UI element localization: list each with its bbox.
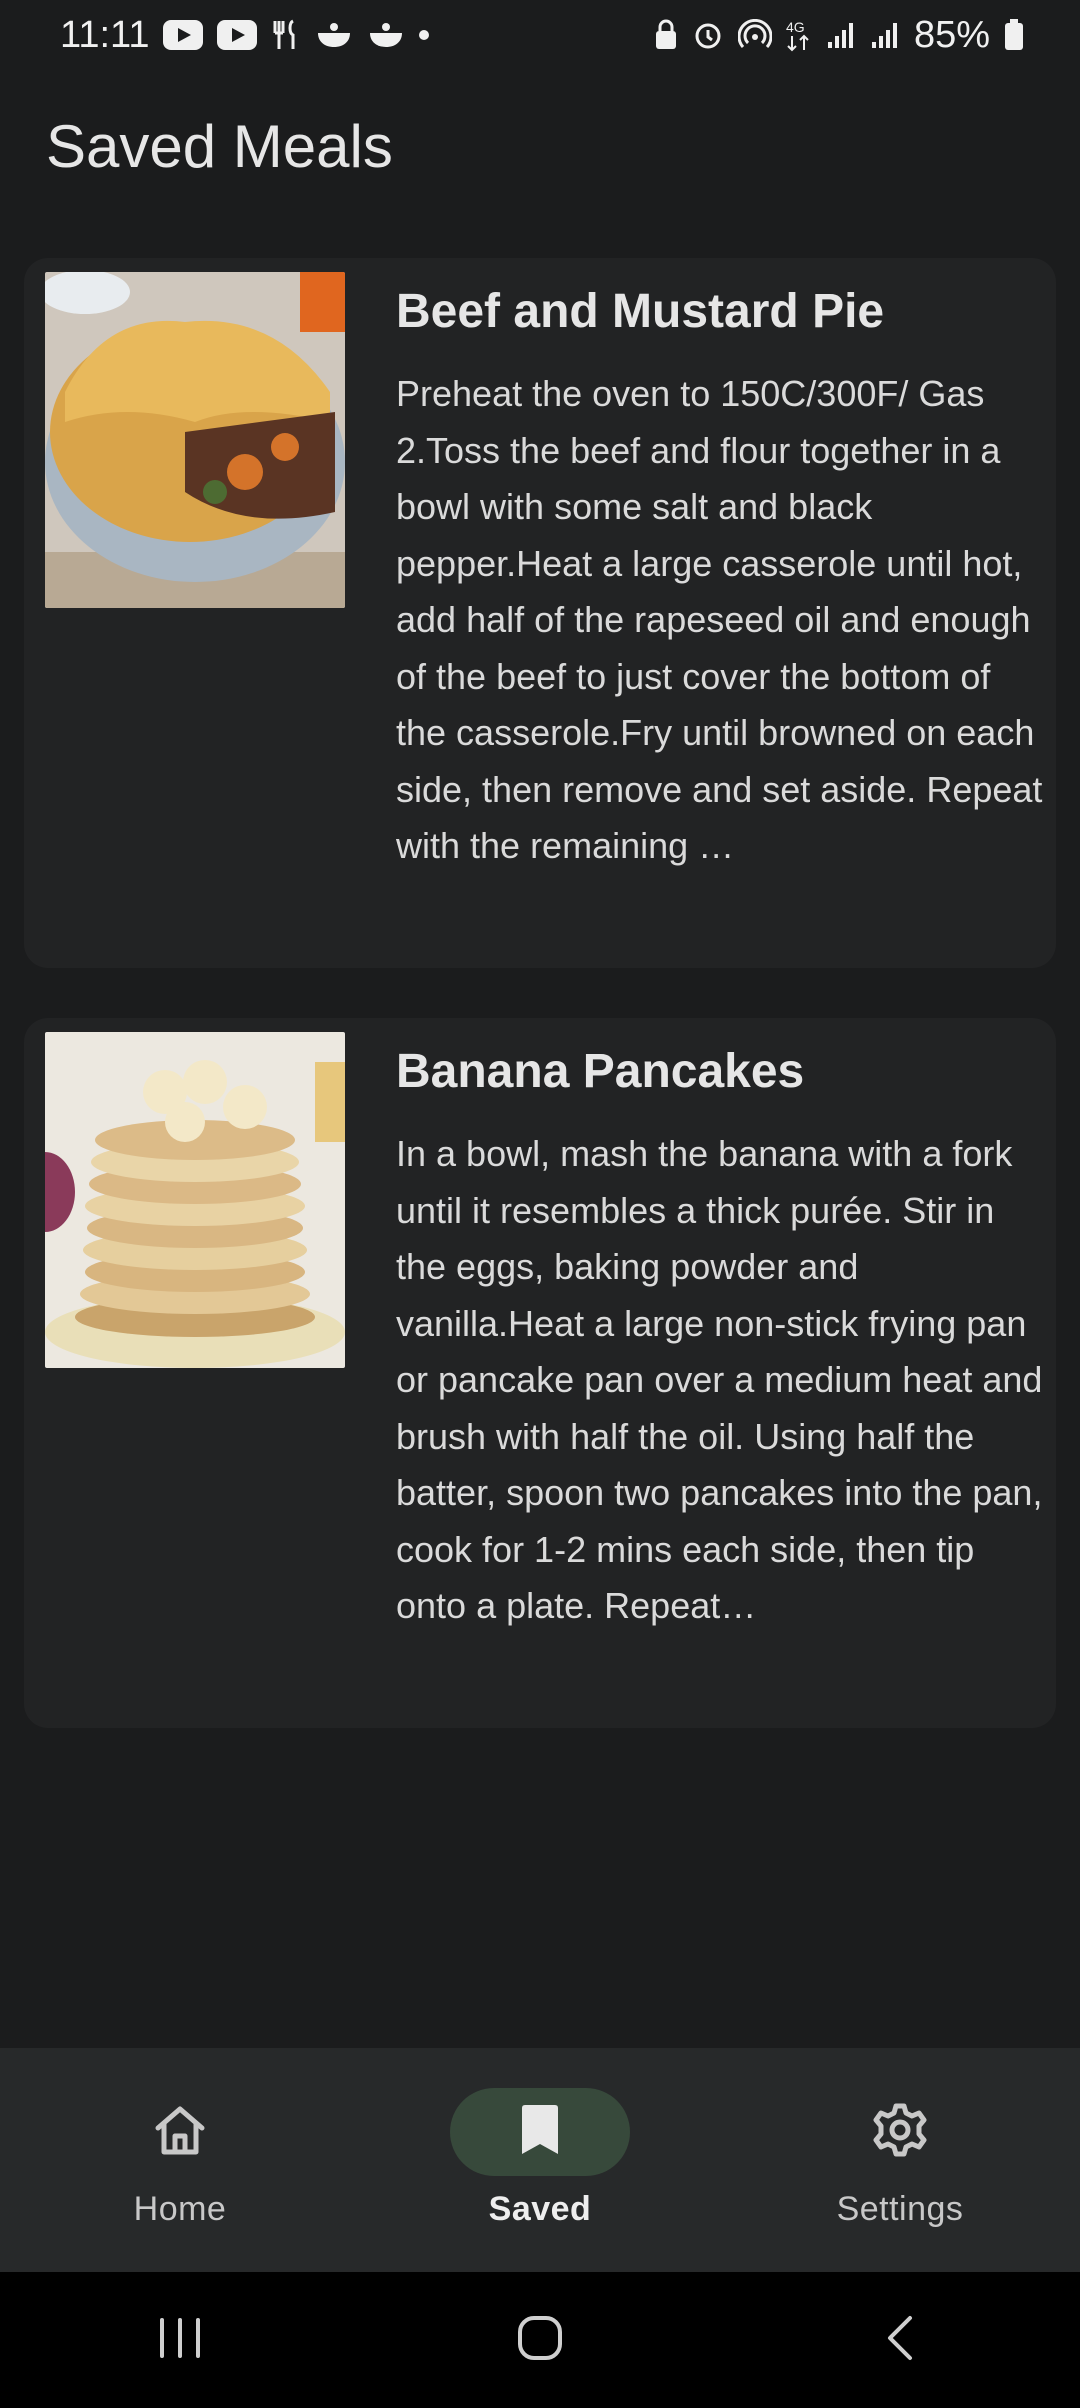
meal-image xyxy=(45,272,345,608)
back-icon xyxy=(882,2314,918,2367)
back-button[interactable] xyxy=(840,2290,960,2390)
page-title: Saved Meals xyxy=(46,113,393,180)
svg-text:4G: 4G xyxy=(786,19,805,35)
gear-icon xyxy=(872,2102,928,2163)
nav-icon-container xyxy=(810,2088,990,2176)
recent-apps-icon xyxy=(156,2316,204,2365)
home-icon xyxy=(152,2104,208,2161)
nav-icon-container xyxy=(450,2088,630,2176)
bottom-navigation: Home Saved Settings xyxy=(0,2048,1080,2272)
bookmark-icon xyxy=(520,2104,560,2161)
nav-icon-container xyxy=(90,2088,270,2176)
home-circle-icon xyxy=(516,2314,564,2367)
battery-percent: 85% xyxy=(913,13,990,56)
lock-icon xyxy=(654,19,678,51)
home-system-button[interactable] xyxy=(480,2290,600,2390)
meal-description: In a bowl, mash the banana with a fork u… xyxy=(396,1133,1043,1626)
nav-item-home[interactable]: Home xyxy=(30,2048,330,2272)
youtube-icon xyxy=(217,20,258,50)
meal-card[interactable]: Banana Pancakes In a bowl, mash the bana… xyxy=(24,1018,1056,1728)
nav-label: Home xyxy=(133,2190,227,2228)
meal-title: Beef and Mustard Pie xyxy=(396,285,885,338)
restaurant-icon xyxy=(271,19,301,51)
nav-item-settings[interactable]: Settings xyxy=(750,2048,1050,2272)
signal-icon xyxy=(826,20,856,50)
battery-icon xyxy=(1004,19,1024,51)
nav-label: Settings xyxy=(836,2190,964,2228)
nav-label: Saved xyxy=(488,2190,592,2228)
system-navigation-bar xyxy=(0,2272,1080,2408)
notification-dot-icon xyxy=(419,30,430,40)
status-bar: 11:11 4G 85% xyxy=(0,0,1080,70)
youtube-icon xyxy=(163,20,204,50)
recent-apps-button[interactable] xyxy=(120,2290,240,2390)
bowl-icon xyxy=(367,19,405,51)
nav-item-saved[interactable]: Saved xyxy=(390,2048,690,2272)
signal-icon xyxy=(870,20,900,50)
network-4g-icon: 4G xyxy=(786,18,812,52)
meal-card[interactable]: Beef and Mustard Pie Preheat the oven to… xyxy=(24,258,1056,968)
meal-title: Banana Pancakes xyxy=(396,1045,805,1098)
meal-description: Preheat the oven to 150C/300F/ Gas 2.Tos… xyxy=(396,373,1043,866)
status-time: 11:11 xyxy=(60,13,150,56)
alarm-icon xyxy=(692,19,724,51)
meal-image xyxy=(45,1032,345,1368)
bowl-icon xyxy=(315,19,353,51)
hotspot-icon xyxy=(737,19,772,51)
